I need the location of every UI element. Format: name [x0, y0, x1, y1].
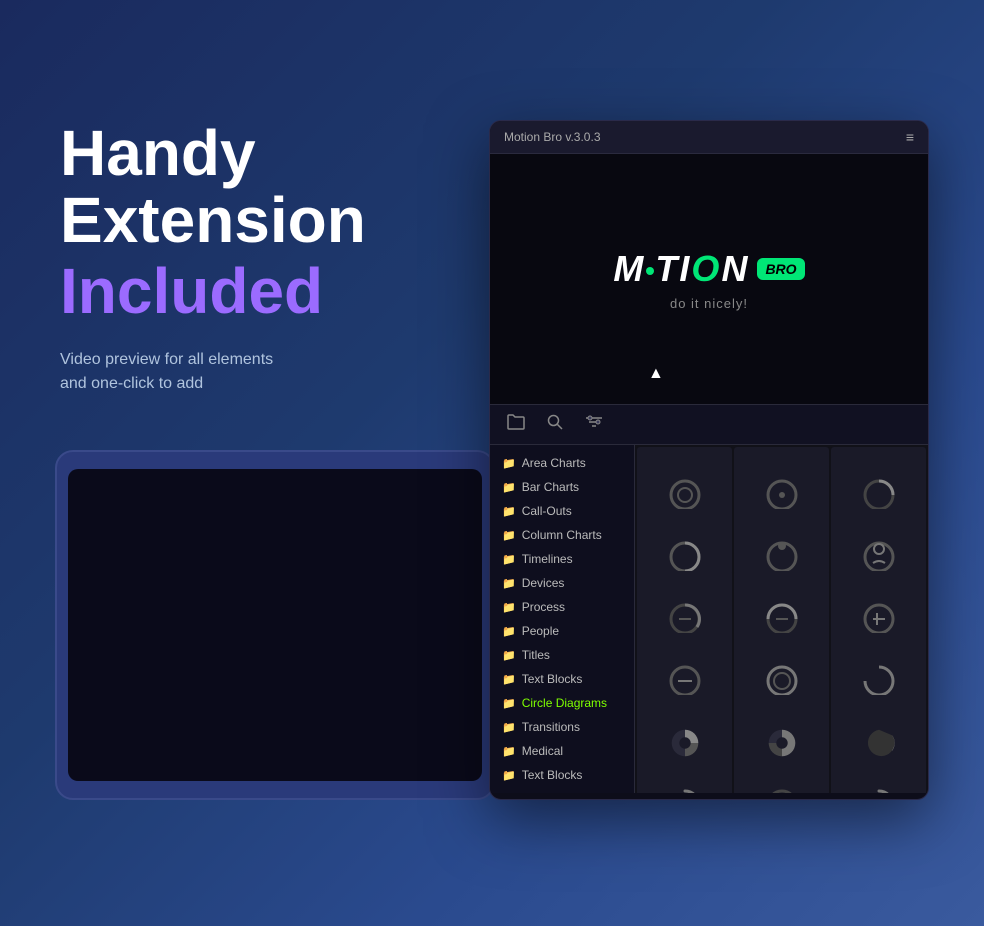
panel-toolbar: [490, 404, 928, 445]
folder-icon-column: 📁: [502, 529, 516, 542]
headline-extension: Extension: [60, 187, 460, 254]
grid-cell-16[interactable]: [734, 757, 829, 793]
sidebar-item-bar-charts[interactable]: 📁 Bar Charts: [490, 475, 634, 499]
search-icon[interactable]: [546, 413, 564, 436]
folder-icon-text2: 📁: [502, 769, 516, 782]
panel-title: Motion Bro v.3.0.3: [504, 130, 601, 144]
folder-icon-titles: 📁: [502, 649, 516, 662]
subtext: Video preview for all elements and one-c…: [60, 348, 460, 396]
motion-bro-logo: MTION BRO do it nicely!: [613, 248, 804, 311]
sidebar-item-medical[interactable]: 📁 Medical: [490, 739, 634, 763]
logo-tagline: do it nicely!: [670, 296, 748, 311]
sidebar-item-process[interactable]: 📁 Process: [490, 595, 634, 619]
sidebar-item-people[interactable]: 📁 People: [490, 619, 634, 643]
sidebar-item-titles[interactable]: 📁 Titles: [490, 643, 634, 667]
sidebar-item-call-outs[interactable]: 📁 Call-Outs: [490, 499, 634, 523]
grid-area: [635, 445, 928, 793]
folder-icon-transitions: 📁: [502, 721, 516, 734]
folder-icon[interactable]: [506, 413, 526, 436]
panel-menu-icon[interactable]: ≡: [906, 129, 914, 145]
sidebar-item-text-blocks-2[interactable]: 📁 Text Blocks: [490, 763, 634, 787]
left-content: Handy Extension Included Video preview f…: [60, 120, 460, 396]
logo-text: MTION BRO: [613, 248, 804, 290]
folder-icon-circle: 📁: [502, 697, 516, 710]
extension-panel: Motion Bro v.3.0.3 ≡ MTION BRO do it nic…: [489, 120, 929, 800]
main-container: Handy Extension Included Video preview f…: [0, 0, 984, 926]
filter-icon[interactable]: [584, 413, 604, 436]
folder-icon-devices: 📁: [502, 577, 516, 590]
laptop-screen: [68, 469, 482, 780]
logo-bro-badge: BRO: [757, 258, 804, 280]
sidebar-item-area-charts[interactable]: 📁 Area Charts: [490, 451, 634, 475]
folder-icon-backgrounds: 📁: [502, 793, 516, 794]
panel-content: 📁 Area Charts 📁 Bar Charts 📁 Call-Outs 📁…: [490, 445, 928, 793]
sidebar-item-timelines[interactable]: 📁 Timelines: [490, 547, 634, 571]
grid-cell-17[interactable]: [831, 757, 926, 793]
folder-icon-text1: 📁: [502, 673, 516, 686]
motion-dot: [646, 267, 654, 275]
folder-icon-people: 📁: [502, 625, 516, 638]
folder-icon-timelines: 📁: [502, 553, 516, 566]
headline-included: Included: [60, 254, 460, 328]
preview-area: MTION BRO do it nicely!: [490, 154, 928, 404]
sidebar-item-devices[interactable]: 📁 Devices: [490, 571, 634, 595]
panel-titlebar: Motion Bro v.3.0.3 ≡: [490, 121, 928, 154]
laptop-mockup: [55, 450, 495, 800]
headline-handy: Handy: [60, 120, 460, 187]
sidebar-item-transitions[interactable]: 📁 Transitions: [490, 715, 634, 739]
sidebar-item-backgrounds[interactable]: 📁 Backgrounds: [490, 787, 634, 793]
grid-cell-15[interactable]: [637, 757, 732, 793]
sidebar-item-column-charts[interactable]: 📁 Column Charts: [490, 523, 634, 547]
folder-icon-medical: 📁: [502, 745, 516, 758]
folder-icon-callouts: 📁: [502, 505, 516, 518]
folder-icon-process: 📁: [502, 601, 516, 614]
sidebar-item-circle-diagrams[interactable]: 📁 Circle Diagrams: [490, 691, 634, 715]
sidebar-item-text-blocks-1[interactable]: 📁 Text Blocks: [490, 667, 634, 691]
folder-icon-bar: 📁: [502, 481, 516, 494]
sidebar-list: 📁 Area Charts 📁 Bar Charts 📁 Call-Outs 📁…: [490, 445, 635, 793]
folder-icon-area: 📁: [502, 457, 516, 470]
logo-motion-text: MTION: [613, 248, 749, 290]
